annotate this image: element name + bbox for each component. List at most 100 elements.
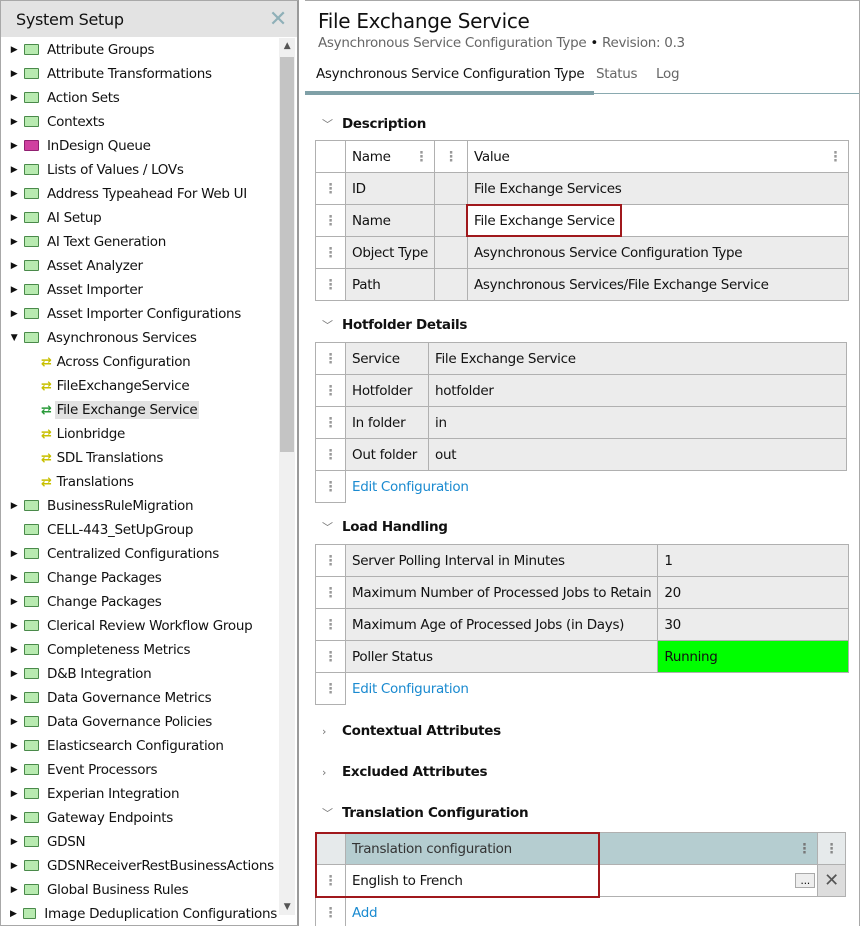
- drag-handle-icon[interactable]: ⋮: [315, 672, 346, 705]
- col-blank[interactable]: ⋮: [433, 140, 468, 173]
- section-hotfolder[interactable]: ﹀ Hotfolder Details: [322, 317, 467, 333]
- scroll-up-icon[interactable]: ▲: [279, 38, 295, 54]
- tree-item[interactable]: ⇄ Across Configuration: [1, 350, 279, 374]
- collapsed-arrow-icon[interactable]: ▶: [7, 285, 21, 295]
- drag-handle-icon[interactable]: ⋮: [315, 544, 346, 577]
- tree-item[interactable]: ▶ Centralized Configurations: [1, 542, 279, 566]
- tree-item[interactable]: ▶ Experian Integration: [1, 782, 279, 806]
- collapsed-arrow-icon[interactable]: ▶: [7, 765, 21, 775]
- collapsed-arrow-icon[interactable]: ▶: [7, 69, 21, 79]
- tree-item[interactable]: ▶ Contexts: [1, 110, 279, 134]
- tree-item[interactable]: ▶ Asset Importer: [1, 278, 279, 302]
- scroll-down-icon[interactable]: ▼: [279, 899, 295, 915]
- collapsed-arrow-icon[interactable]: ▶: [7, 813, 21, 823]
- collapsed-arrow-icon[interactable]: ▶: [7, 573, 21, 583]
- col-value[interactable]: Value ⋮: [466, 140, 850, 173]
- expanded-arrow-icon[interactable]: ▼: [7, 333, 21, 343]
- tree-item[interactable]: ▶ Global Business Rules: [1, 878, 279, 902]
- tree-item[interactable]: ▶ Action Sets: [1, 86, 279, 110]
- tab-log[interactable]: Log: [656, 66, 680, 82]
- collapsed-arrow-icon[interactable]: ▶: [7, 885, 21, 895]
- collapsed-arrow-icon[interactable]: ▶: [7, 717, 21, 727]
- tree-item[interactable]: ▶ Lists of Values / LOVs: [1, 158, 279, 182]
- tree-item[interactable]: ⇄ SDL Translations: [1, 446, 279, 470]
- drag-handle-icon[interactable]: ⋮: [315, 172, 346, 205]
- tree-item[interactable]: ▶ AI Setup: [1, 206, 279, 230]
- edit-configuration-link[interactable]: Edit Configuration: [345, 672, 849, 705]
- collapsed-arrow-icon[interactable]: ▶: [7, 909, 20, 919]
- collapsed-arrow-icon[interactable]: ▶: [7, 165, 21, 175]
- tab-status[interactable]: Status: [596, 66, 638, 82]
- section-excluded-attributes[interactable]: › Excluded Attributes: [322, 764, 488, 780]
- scrollbar-thumb[interactable]: [280, 57, 294, 452]
- tree-item[interactable]: ▶ D&B Integration: [1, 662, 279, 686]
- tree-item[interactable]: ▶ BusinessRuleMigration: [1, 494, 279, 518]
- collapsed-arrow-icon[interactable]: ▶: [7, 837, 21, 847]
- collapsed-arrow-icon[interactable]: ▶: [7, 501, 21, 511]
- drag-handle-icon[interactable]: ⋮: [315, 204, 346, 237]
- collapsed-arrow-icon[interactable]: ▶: [7, 741, 21, 751]
- drag-handle-icon[interactable]: ⋮: [315, 470, 346, 503]
- tree-item[interactable]: ▶ Change Packages: [1, 566, 279, 590]
- collapsed-arrow-icon[interactable]: ▶: [7, 261, 21, 271]
- tree-item[interactable]: ▶ Address Typeahead For Web UI: [1, 182, 279, 206]
- drag-handle-icon[interactable]: ⋮: [315, 374, 346, 407]
- tree-item[interactable]: ▶ GDSNReceiverRestBusinessActions: [1, 854, 279, 878]
- col-name[interactable]: Name ⋮: [345, 140, 435, 173]
- collapsed-arrow-icon[interactable]: ▶: [7, 621, 21, 631]
- tree-item[interactable]: ▶ Completeness Metrics: [1, 638, 279, 662]
- tree-item[interactable]: ▶ Attribute Transformations: [1, 62, 279, 86]
- section-contextual-attributes[interactable]: › Contextual Attributes: [322, 723, 501, 739]
- collapsed-arrow-icon[interactable]: ▶: [7, 789, 21, 799]
- tree-item[interactable]: ▶ Change Packages: [1, 590, 279, 614]
- close-icon[interactable]: ✕: [269, 7, 287, 32]
- column-menu-icon[interactable]: ⋮: [798, 841, 812, 857]
- drag-handle-icon[interactable]: ⋮: [315, 236, 346, 269]
- tree-item[interactable]: ▶ Asset Importer Configurations: [1, 302, 279, 326]
- tree-item[interactable]: ⇄ Translations: [1, 470, 279, 494]
- tree-item[interactable]: ▶ Data Governance Policies: [1, 710, 279, 734]
- tree-item[interactable]: ▶ Clerical Review Workflow Group: [1, 614, 279, 638]
- edit-configuration-link[interactable]: Edit Configuration: [345, 470, 847, 503]
- column-menu-icon[interactable]: ⋮: [829, 149, 843, 165]
- drag-handle-icon[interactable]: ⋮: [315, 640, 346, 673]
- tree-item[interactable]: ▶ Event Processors: [1, 758, 279, 782]
- drag-handle-icon[interactable]: ⋮: [315, 268, 346, 301]
- tree-item[interactable]: ▶ Image Deduplication Configurations: [1, 902, 279, 925]
- section-load-handling[interactable]: ﹀ Load Handling: [322, 519, 448, 535]
- collapsed-arrow-icon[interactable]: ▶: [7, 309, 21, 319]
- collapsed-arrow-icon[interactable]: ▶: [7, 549, 21, 559]
- browse-button[interactable]: ...: [795, 872, 815, 888]
- tree-item[interactable]: ⇄ Lionbridge: [1, 422, 279, 446]
- collapsed-arrow-icon[interactable]: ▶: [7, 141, 21, 151]
- drag-handle-icon[interactable]: ⋮: [315, 406, 346, 439]
- column-menu-icon[interactable]: ⋮: [441, 149, 461, 165]
- collapsed-arrow-icon[interactable]: ▶: [7, 93, 21, 103]
- drag-handle-icon[interactable]: ⋮: [315, 342, 346, 375]
- tree-item[interactable]: ⇄ File Exchange Service: [1, 398, 279, 422]
- drag-handle-icon[interactable]: ⋮: [315, 438, 346, 471]
- tree-item[interactable]: ▶ Attribute Groups: [1, 38, 279, 62]
- tree-item[interactable]: ▶ Elasticsearch Configuration: [1, 734, 279, 758]
- collapsed-arrow-icon[interactable]: ▶: [7, 861, 21, 871]
- tree-item[interactable]: ▶ GDSN: [1, 830, 279, 854]
- collapsed-arrow-icon[interactable]: ▶: [7, 45, 21, 55]
- tree-item[interactable]: ▶ InDesign Queue: [1, 134, 279, 158]
- drag-handle-icon[interactable]: ⋮: [315, 576, 346, 609]
- collapsed-arrow-icon[interactable]: ▶: [7, 597, 21, 607]
- collapsed-arrow-icon[interactable]: ▶: [7, 669, 21, 679]
- remove-icon[interactable]: ✕: [817, 864, 846, 897]
- tree-item[interactable]: ▶ Asset Analyzer: [1, 254, 279, 278]
- tree-item[interactable]: ▶ Gateway Endpoints: [1, 806, 279, 830]
- collapsed-arrow-icon[interactable]: ▶: [7, 213, 21, 223]
- section-translation-configuration[interactable]: ﹀ Translation Configuration: [322, 805, 529, 821]
- column-menu-icon[interactable]: ⋮: [415, 149, 429, 165]
- drag-handle-icon[interactable]: ⋮: [315, 608, 346, 641]
- collapsed-arrow-icon[interactable]: ▶: [7, 645, 21, 655]
- tree-item[interactable]: ▼ Asynchronous Services: [1, 326, 279, 350]
- scrollbar[interactable]: ▲ ▼: [279, 38, 295, 915]
- tree-item[interactable]: ▶ Data Governance Metrics: [1, 686, 279, 710]
- collapsed-arrow-icon[interactable]: ▶: [7, 237, 21, 247]
- tree-item[interactable]: CELL-443_SetUpGroup: [1, 518, 279, 542]
- collapsed-arrow-icon[interactable]: ▶: [7, 189, 21, 199]
